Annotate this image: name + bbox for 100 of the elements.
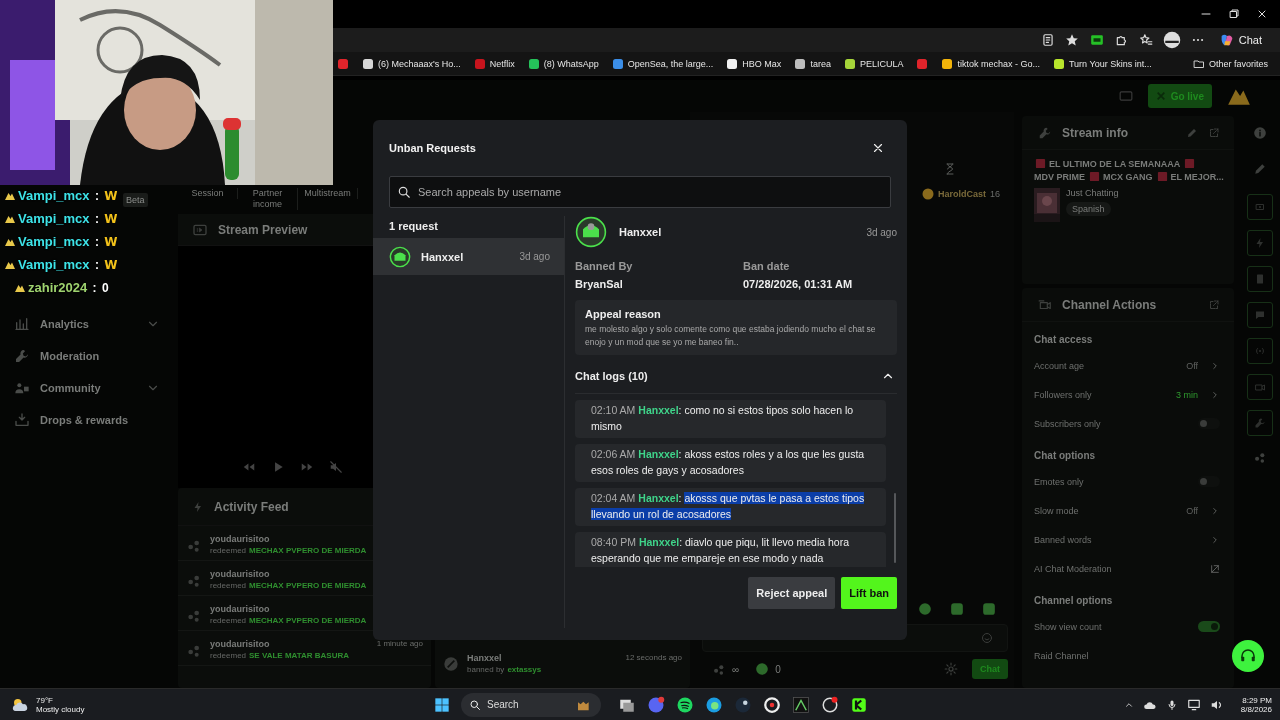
toggle-switch[interactable] xyxy=(1198,418,1220,429)
rail-tool-icon xyxy=(1254,381,1266,393)
stream-title-text: MCX GANG xyxy=(1103,171,1153,182)
bookmark[interactable]: (8) WhatsApp xyxy=(527,57,599,70)
sidebar-item[interactable]: Moderation xyxy=(14,340,160,372)
chat-message: W xyxy=(104,257,118,272)
setting-row[interactable]: Account age Off xyxy=(1022,351,1234,380)
reward-name: SE VALE MATAR BASURA xyxy=(249,651,350,660)
setting-row[interactable]: Slow mode Off xyxy=(1022,496,1234,525)
toggle-switch[interactable] xyxy=(1198,476,1220,487)
taskbar-app-icon[interactable] xyxy=(850,695,868,714)
mute-icon[interactable] xyxy=(329,460,343,474)
category-name[interactable]: Just Chatting xyxy=(1066,188,1119,198)
points-icon xyxy=(712,662,726,676)
setting-row[interactable]: Show view count xyxy=(1022,612,1234,641)
bookmark[interactable]: tiktok mechax - Go... xyxy=(941,57,1040,70)
coin-icon xyxy=(755,662,770,676)
toggle-switch[interactable] xyxy=(1198,621,1220,632)
chevron-right-icon xyxy=(1210,360,1220,371)
taskbar-app-icon[interactable] xyxy=(792,695,810,714)
bookmark[interactable]: (6) Mechaaax's Ho... xyxy=(362,57,461,70)
extension-icon[interactable] xyxy=(1088,33,1105,47)
channel-count: 16 xyxy=(990,189,1000,199)
feed-action: redeemed xyxy=(210,651,247,660)
wrench-icon xyxy=(1038,125,1052,140)
chat-message: W xyxy=(104,234,118,249)
emote-icon[interactable] xyxy=(950,602,964,616)
feed-action: redeemed xyxy=(210,546,247,555)
close-icon[interactable] xyxy=(871,141,885,155)
feed-username: youdaurisitoo xyxy=(210,604,270,614)
bolt-icon xyxy=(192,500,204,513)
setting-row[interactable]: AI Chat Moderation xyxy=(1022,554,1234,583)
puzzle-icon[interactable] xyxy=(1114,33,1129,47)
setting-row[interactable]: Subscribers only xyxy=(1022,409,1234,438)
language-tag[interactable]: Spanish xyxy=(1066,202,1111,216)
display-icon[interactable] xyxy=(1186,697,1201,712)
maximize-icon[interactable] xyxy=(1228,8,1240,20)
tab[interactable]: Partner income xyxy=(238,188,298,210)
chat-log-message: 02:06 AM Hanxxel: akoss estos roles y a los que les gusta esos roles de gays y acosadores xyxy=(591,447,866,478)
appeal-title: Appeal reason xyxy=(585,308,662,320)
sidebar-item-icon xyxy=(14,316,30,332)
emote-icon[interactable] xyxy=(982,602,996,616)
search-field[interactable]: Search appeals by username xyxy=(389,176,891,208)
request-item[interactable]: Hanxxel 3d ago xyxy=(373,238,564,275)
detail-time: 3d ago xyxy=(866,226,897,238)
other-favorites-link[interactable]: Other favorites xyxy=(1192,57,1268,70)
bookmark[interactable]: HBO Max xyxy=(726,57,782,70)
rail-tool-icon xyxy=(1254,237,1266,249)
chat-message: 0 xyxy=(101,280,109,295)
bookmark[interactable]: OpenSea, the large... xyxy=(611,57,714,70)
taskbar-search-field[interactable]: Search xyxy=(461,692,601,717)
microphone-icon[interactable] xyxy=(1165,698,1178,711)
scrollbar-thumb[interactable] xyxy=(894,493,896,563)
setting-row[interactable]: Banned words xyxy=(1022,525,1234,554)
setting-row[interactable]: Followers only 3 min xyxy=(1022,380,1234,409)
tab[interactable]: Session xyxy=(178,188,238,199)
profile-avatar-icon[interactable] xyxy=(1162,31,1181,49)
request-username: Hanxxel xyxy=(421,250,465,263)
rail-tool-icon xyxy=(1254,309,1266,321)
temperature: 79°F xyxy=(36,695,54,705)
sidebar-item[interactable]: Drops & rewards xyxy=(14,404,160,436)
request-count: 1 request xyxy=(388,219,439,234)
feed-time: 1 minute ago xyxy=(376,639,423,649)
taskbar-app-icon[interactable] xyxy=(734,695,752,714)
emote-square-icon xyxy=(1035,158,1046,169)
taskbar-app-icon[interactable] xyxy=(705,695,723,714)
reject-appeal-button[interactable]: Reject appeal xyxy=(748,577,836,609)
bookmark[interactable]: PELICULA xyxy=(843,57,904,70)
sidebar-item[interactable]: Community xyxy=(14,372,160,404)
reader-icon[interactable] xyxy=(1040,33,1055,47)
section-heading: Chat access xyxy=(1033,333,1094,347)
feed-username: Hanxxel xyxy=(467,653,502,663)
chat-logs-header[interactable]: Chat logs (10) xyxy=(575,359,897,393)
chat-button[interactable]: Chat xyxy=(1214,32,1266,48)
bookmark[interactable] xyxy=(337,57,349,70)
bookmark[interactable] xyxy=(916,57,929,70)
rail-tool-icon xyxy=(1254,201,1266,213)
close-icon[interactable] xyxy=(1256,8,1268,20)
appeal-text: me molesto algo y solo comente como que estaba jodiendo mucho el chat se enojo y un mod que se yo me baneo fin.. xyxy=(585,323,877,349)
user-avatar-icon xyxy=(389,245,411,268)
favorites-icon[interactable] xyxy=(1138,33,1153,47)
points-count: 0 xyxy=(775,663,781,675)
bookmark[interactable]: tarea xyxy=(794,57,831,70)
tab[interactable]: Multistream xyxy=(298,188,358,199)
reward-name: MECHAX PVPERO DE MIERDA xyxy=(249,581,367,590)
windows-start-icon[interactable] xyxy=(434,696,450,713)
bookmark[interactable]: Netflix xyxy=(473,57,515,70)
emote-icon[interactable] xyxy=(918,602,932,616)
star-icon[interactable] xyxy=(1064,33,1079,47)
panel-title: Stream Preview xyxy=(218,222,308,237)
bookmark[interactable]: Turn Your Skins int... xyxy=(1052,57,1152,70)
rail-tool-icon xyxy=(1254,345,1266,357)
sidebar-item[interactable]: Analytics xyxy=(14,308,160,340)
taskbar-app-icon[interactable] xyxy=(676,695,694,714)
setting-row[interactable]: Emotes only xyxy=(1022,467,1234,496)
taskbar-app-icon[interactable] xyxy=(821,695,839,714)
chat-separator: : xyxy=(93,234,100,249)
lift-ban-button[interactable]: Lift ban xyxy=(841,577,897,609)
setting-row[interactable]: Raid Channel xyxy=(1022,641,1234,670)
timer-icon xyxy=(944,162,956,176)
